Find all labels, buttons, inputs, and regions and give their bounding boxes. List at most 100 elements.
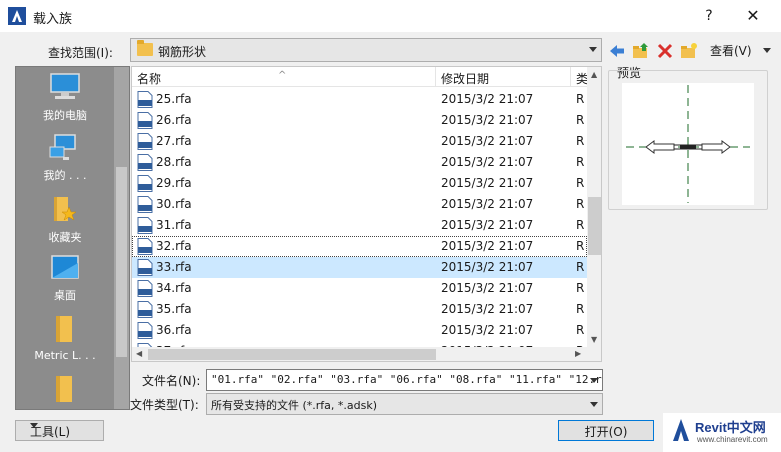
scroll-left-icon[interactable]: ◀ <box>136 349 142 358</box>
place-metric-library[interactable]: Metric L. . . <box>16 313 114 362</box>
rfa-file-icon <box>137 301 153 318</box>
file-row[interactable]: 32.rfa 2015/3/2 21:07 R <box>132 236 587 257</box>
delete-icon[interactable] <box>656 42 674 60</box>
watermark: Revit中文网 www.chinarevit.com <box>663 413 781 452</box>
chevron-down-icon <box>590 402 598 407</box>
chevron-down-icon[interactable] <box>763 48 771 53</box>
horizontal-scrollbar[interactable]: ◀ ▶ <box>132 347 587 361</box>
tools-button[interactable]: 工具(L) <box>15 420 104 441</box>
file-name: 31.rfa <box>156 218 192 232</box>
chevron-down-icon[interactable] <box>590 378 598 383</box>
help-button[interactable]: ? <box>698 5 720 27</box>
file-type: R <box>576 281 585 295</box>
view-menu-button[interactable]: 查看(V) <box>710 42 752 59</box>
file-type: R <box>576 134 585 148</box>
new-folder-icon[interactable] <box>680 42 698 60</box>
file-row[interactable]: 29.rfa 2015/3/2 21:07 R <box>132 173 587 194</box>
file-row[interactable]: 35.rfa 2015/3/2 21:07 R <box>132 299 587 320</box>
desktop-icon <box>51 255 79 279</box>
rfa-file-icon <box>137 133 153 150</box>
file-row[interactable]: 34.rfa 2015/3/2 21:07 R <box>132 278 587 299</box>
close-button[interactable]: ✕ <box>740 4 766 28</box>
open-label: 打开(O) <box>584 425 628 439</box>
file-date: 2015/3/2 21:07 <box>441 323 534 337</box>
file-date: 2015/3/2 21:07 <box>441 218 534 232</box>
watermark-brand: Revit中文网 <box>695 420 766 435</box>
preview-image <box>622 83 754 205</box>
revit-logo-icon <box>673 419 689 441</box>
column-header-date[interactable]: 修改日期 <box>441 70 489 87</box>
file-type: R <box>576 155 585 169</box>
open-button[interactable]: 打开(O) <box>558 420 654 441</box>
rebar-shape-preview <box>626 85 750 203</box>
file-date: 2015/3/2 21:07 <box>441 113 534 127</box>
file-name: 33.rfa <box>156 260 192 274</box>
title-bar: 载入族 ? ✕ <box>0 0 781 32</box>
file-type: R <box>576 176 585 190</box>
file-type: R <box>576 302 585 316</box>
file-name: 36.rfa <box>156 323 192 337</box>
rfa-file-icon <box>137 217 153 234</box>
file-date: 2015/3/2 21:07 <box>441 155 534 169</box>
place-label: 收藏夹 <box>48 231 82 244</box>
network-icon <box>49 134 76 160</box>
place-network[interactable]: 我的 . . . <box>16 133 114 183</box>
file-row[interactable]: 26.rfa 2015/3/2 21:07 R <box>132 110 587 131</box>
file-type: R <box>576 92 585 106</box>
back-arrow-icon[interactable] <box>608 42 626 60</box>
sort-ascending-icon: ^ <box>278 70 287 81</box>
rfa-file-icon <box>137 259 153 276</box>
file-date: 2015/3/2 21:07 <box>441 134 534 148</box>
file-name: 32.rfa <box>156 239 192 253</box>
scrollbar-thumb[interactable] <box>148 349 436 360</box>
rfa-file-icon <box>137 175 153 192</box>
file-row[interactable]: 31.rfa 2015/3/2 21:07 R <box>132 215 587 236</box>
vertical-scrollbar[interactable]: ▲ ▼ <box>587 67 601 347</box>
chevron-down-icon <box>589 47 597 52</box>
preview-panel <box>608 70 768 210</box>
file-type: R <box>576 323 585 337</box>
file-row[interactable]: 28.rfa 2015/3/2 21:07 R <box>132 152 587 173</box>
place-folder[interactable] <box>16 373 114 407</box>
file-date: 2015/3/2 21:07 <box>441 302 534 316</box>
rfa-file-icon <box>137 280 153 297</box>
file-name: 29.rfa <box>156 176 192 190</box>
place-favorites[interactable]: 收藏夹 <box>16 193 114 245</box>
file-row[interactable]: 25.rfa 2015/3/2 21:07 R <box>132 89 587 110</box>
rfa-file-icon <box>137 91 153 108</box>
places-scrollbar[interactable] <box>114 67 129 409</box>
file-type: R <box>576 218 585 232</box>
file-type: R <box>576 197 585 211</box>
column-header-name[interactable]: 名称 <box>137 70 161 87</box>
revit-app-icon <box>8 7 26 25</box>
file-row[interactable]: 36.rfa 2015/3/2 21:07 R <box>132 320 587 341</box>
scrollbar-thumb[interactable] <box>588 197 601 255</box>
file-name: 28.rfa <box>156 155 192 169</box>
place-my-computer[interactable]: 我的电脑 <box>16 73 114 123</box>
places-bar: 我的电脑 我的 . . . 收藏夹 桌面 Metric L. . . <box>15 66 130 410</box>
rfa-file-icon <box>137 238 153 255</box>
folder-up-icon[interactable] <box>632 42 650 60</box>
filename-label: 文件名(N): <box>142 374 201 388</box>
rfa-file-icon <box>137 322 153 339</box>
file-list: 名称 ^ 修改日期 类 25.rfa 2015/3/2 21:07 R 26.rfa 2… <box>131 66 602 362</box>
rfa-file-icon <box>137 196 153 213</box>
file-date: 2015/3/2 21:07 <box>441 260 534 274</box>
scroll-right-icon[interactable]: ▶ <box>575 349 581 358</box>
scroll-up-icon[interactable]: ▲ <box>591 70 597 79</box>
place-desktop[interactable]: 桌面 <box>16 253 114 303</box>
file-name: 30.rfa <box>156 197 192 211</box>
scroll-down-icon[interactable]: ▼ <box>591 335 597 344</box>
lookin-dropdown[interactable]: 钢筋形状 <box>130 38 602 62</box>
lookin-label: 查找范围(I): <box>48 46 113 60</box>
place-label: Metric L. . . <box>34 349 96 362</box>
list-header: 名称 ^ 修改日期 类 <box>132 67 588 87</box>
file-name: 27.rfa <box>156 134 192 148</box>
scrollbar-thumb[interactable] <box>116 167 127 357</box>
file-row[interactable]: 30.rfa 2015/3/2 21:07 R <box>132 194 587 215</box>
file-row[interactable]: 33.rfa 2015/3/2 21:07 R <box>132 257 587 278</box>
filetype-label: 文件类型(T): <box>130 398 199 412</box>
filename-input[interactable]: "01.rfa" "02.rfa" "03.rfa" "06.rfa" "08.… <box>206 369 603 391</box>
file-row[interactable]: 27.rfa 2015/3/2 21:07 R <box>132 131 587 152</box>
filetype-dropdown[interactable]: 所有受支持的文件 (*.rfa, *.adsk) <box>206 393 603 415</box>
